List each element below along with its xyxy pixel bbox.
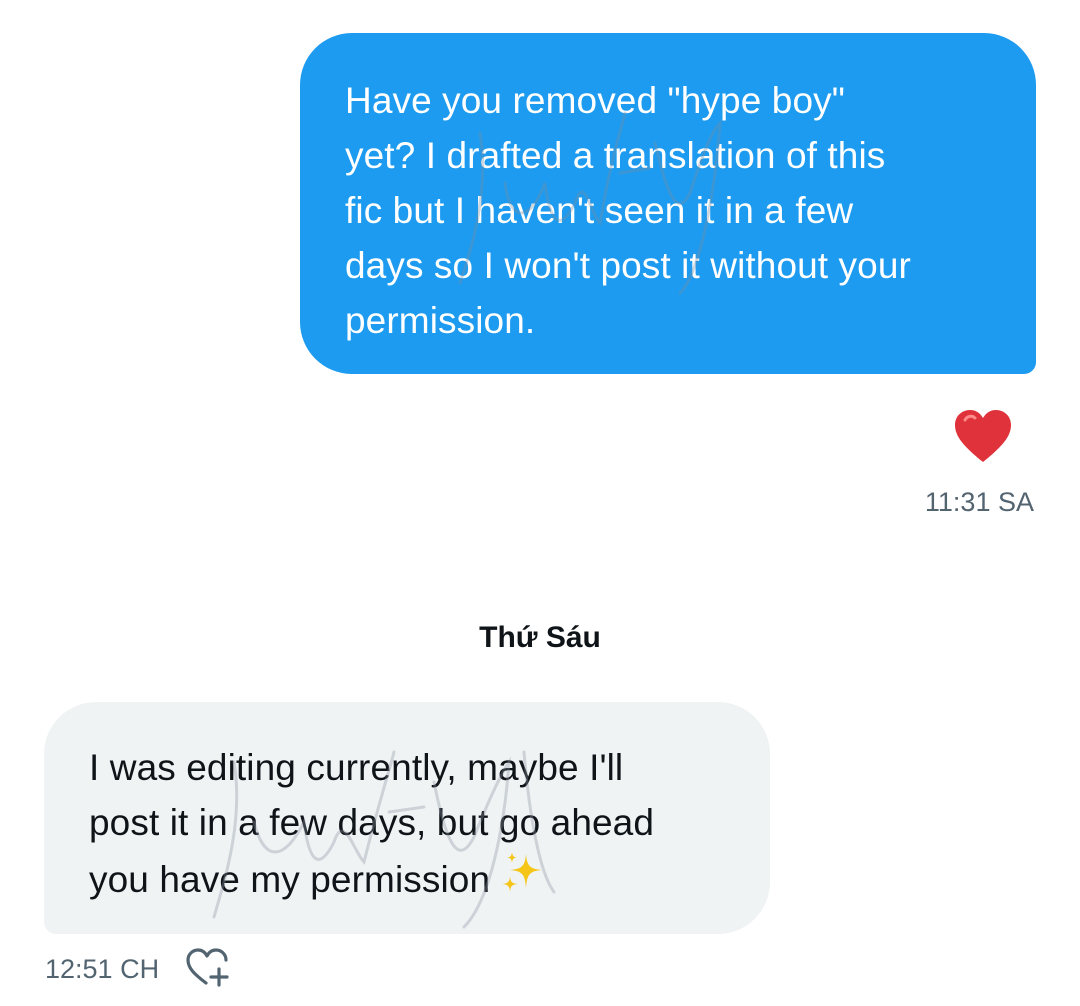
sent-message-line: yet? I drafted a translation of this (345, 135, 886, 176)
received-message-line-with-emoji: you have my permission (89, 850, 740, 907)
received-message-line: I was editing currently, maybe I'll (89, 747, 624, 788)
sent-message-line: fic but I haven't seen it in a few (345, 190, 854, 231)
received-message-timestamp: 12:51 CH (45, 954, 160, 984)
sent-message-line: permission. (345, 300, 536, 341)
received-message-bubble[interactable]: I was editing currently, maybe I'll post… (44, 702, 770, 934)
sent-message-bubble[interactable]: Have you removed "hype boy" yet? I draft… (300, 33, 1036, 374)
heart-icon[interactable] (953, 408, 1013, 468)
sent-message-timestamp: 11:31 SA (924, 487, 1034, 517)
received-message-line: post it in a few days, but go ahead (89, 802, 655, 843)
sent-message-line: Have you removed "hype boy" (345, 80, 845, 121)
day-divider: Thứ Sáu (479, 621, 601, 654)
sparkles-icon (502, 852, 543, 892)
sent-message-line: days so I won't post it without your (345, 245, 911, 286)
received-message-line: you have my permission (89, 859, 491, 900)
add-reaction-icon[interactable] (185, 947, 231, 989)
